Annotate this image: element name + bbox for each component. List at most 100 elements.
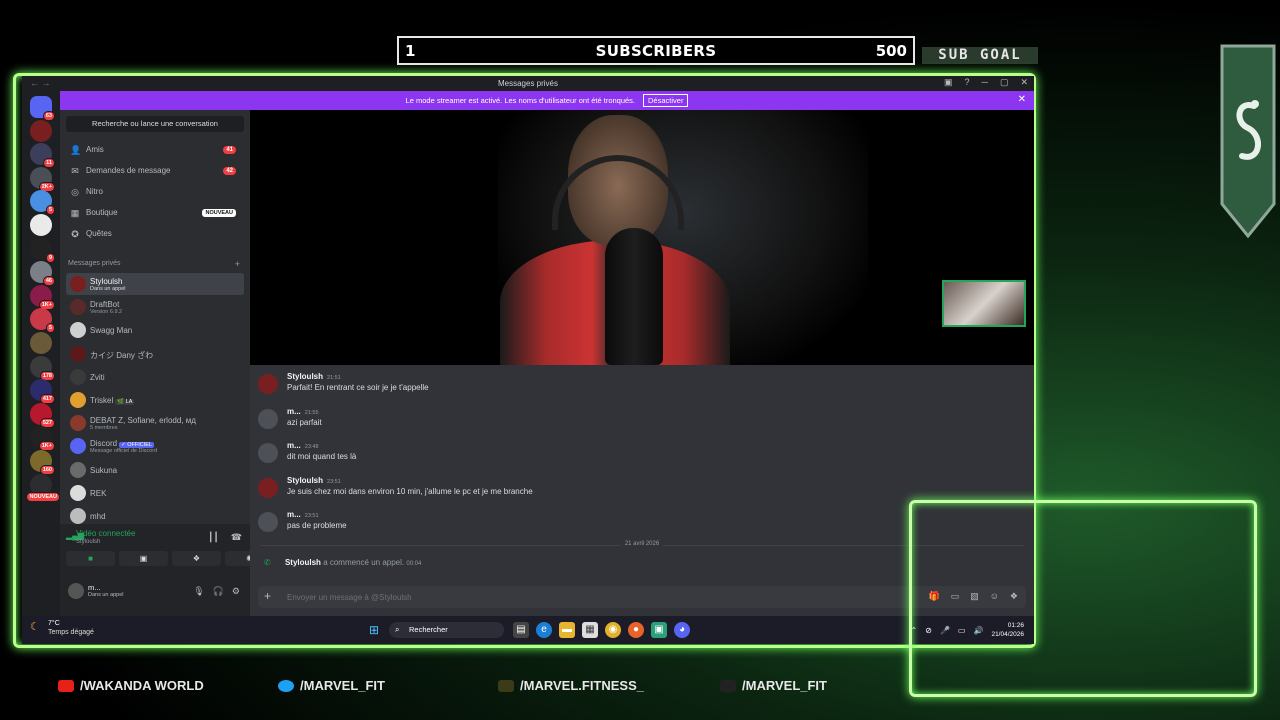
streamer-notice: Le mode streamer est activé. Les noms d'… [405,96,636,105]
dm-item[interactable]: REK [66,482,244,504]
server-icon[interactable]: 11 [30,143,55,169]
chat-message[interactable]: Styloulsh 23:51 Je suis chez moi dans envi… [258,476,998,504]
voice-status[interactable]: Vidéo connectée [76,529,135,538]
task-view-icon[interactable]: ▤ [513,622,529,638]
explorer-icon[interactable]: ▬ [559,622,575,638]
close-button[interactable]: ✕ [1020,77,1028,88]
weather-widget[interactable]: ☾ 7°C Temps dégagé [30,620,94,636]
dm-item[interactable]: Discord ✓ OFFICIEL Message officiel de Dis… [66,435,244,457]
menu-quests[interactable]: ✪ Quêtes [66,224,244,243]
store-icon[interactable]: ▦ [582,622,598,638]
server-icon[interactable]: 160 [30,450,55,475]
firefox-icon[interactable]: ● [628,622,644,638]
user-panel[interactable]: m... Dans un appel 🎙 🎧 ⚙ [66,579,244,604]
menu-message-requests[interactable]: ✉ Demandes de message 42 [66,161,244,180]
menu-label: Demandes de message [86,166,171,175]
microphone-shape [605,228,663,365]
camera-button[interactable]: ■ [66,551,115,566]
server-icon[interactable]: 527 [30,402,55,428]
dm-item[interactable]: Zviti [66,366,244,388]
conversation-search[interactable]: Recherche ou lance une conversation [66,116,244,132]
avatar [70,438,86,455]
windows-start-icon[interactable]: ⊞ [369,624,381,636]
chat-message[interactable]: m... 21:55 azi parfait [258,407,998,435]
message-body: dit moi quand tes là [287,452,357,461]
message-body: Je suis chez moi dans environ 10 min, j'… [287,486,533,496]
server-icon[interactable]: 63 [30,96,55,121]
server-icon[interactable]: 2K+ [30,166,55,192]
dm-subtitle: Message officiel de Discord [90,448,158,455]
close-icon[interactable]: ✕ [1018,94,1026,105]
add-attachment-icon[interactable]: + [264,590,271,602]
server-icon[interactable] [30,332,52,354]
requests-badge: 42 [223,166,236,175]
social-tiktok: /MARVEL_FIT [720,678,827,693]
microphone-icon[interactable]: 🎙 [193,586,204,597]
tiktok-icon [720,679,736,692]
dm-name: Sukuna [90,466,117,475]
disable-streamer-button[interactable]: Désactiver [643,94,689,107]
dm-item[interactable]: Swagg Man [66,319,244,341]
dm-item[interactable]: Triskel 🌿 LA [66,389,244,411]
settings-icon[interactable]: ⚙ [232,586,240,597]
server-icon[interactable]: 1K+ [30,284,55,310]
inbox-icon[interactable]: ▣ [944,77,953,88]
dm-name-text: DEBAT Z, Sofiane, erlodd, мд [90,416,196,426]
call-time: 00:04 [406,561,422,567]
noise-suppression-icon[interactable]: ┃┃ [208,532,219,543]
streamer-mode-banner: Le mode streamer est activé. Les noms d'… [60,91,1034,110]
server-icon[interactable]: 46 [30,261,55,287]
headphones-icon[interactable]: 🎧 [213,586,224,597]
server-badge: 63 [42,111,55,121]
avatar [70,276,86,292]
maximize-button[interactable]: ▢ [1000,77,1009,88]
disconnect-icon[interactable]: ☎ [231,532,242,543]
chat-message[interactable]: m... 23:48 dit moi quand tes là [258,441,998,469]
server-icon[interactable]: 178 [30,355,55,381]
dm-name: Discord ✓ OFFICIEL [90,439,155,449]
server-icon[interactable]: 5 [30,190,55,216]
dm-name-text: カイジ Dany ざわ [90,350,154,360]
dm-item[interactable]: DraftBot Version 6.9.2 [66,296,244,318]
dm-name: DEBAT Z, Sofiane, erlodd, мд [90,416,196,425]
obs-app-icon[interactable]: ▣ [651,622,667,638]
nitro-icon: ◎ [71,186,79,197]
server-icon[interactable]: 417 [30,379,55,405]
server-badge: NOUVEAU [26,491,60,502]
weather-temp: 7°C [48,620,60,627]
video-call-stage[interactable] [250,110,1034,365]
avatar [258,443,278,463]
new-dm-icon[interactable]: + [235,259,240,269]
taskbar-search[interactable]: ⌕ Rechercher [389,622,504,638]
dm-item[interactable]: Sukuna [66,459,244,481]
discord-app-icon[interactable]: ◕ [674,622,690,638]
menu-friends[interactable]: 👤 Amis 41 [66,140,244,159]
message-input[interactable]: Envoyer un message à @Styloulsh [287,593,412,602]
server-icon[interactable]: NOUVEAU [26,473,60,502]
server-icon[interactable]: 5 [30,308,55,334]
activities-button[interactable]: ❖ [172,551,221,566]
dm-name-text: Triskel [90,396,114,405]
menu-shop[interactable]: ▦ Boutique NOUVEAU [66,203,244,222]
server-icon[interactable]: 1K+ [30,426,55,452]
message-header: Styloulsh 21:51 [287,372,341,381]
dm-item[interactable]: Styloulsh Dans un appel [66,273,244,295]
message-time: 23:51 [304,513,319,519]
self-video-preview[interactable] [942,280,1026,327]
screen-share-button[interactable]: ▣ [119,551,168,566]
chrome-icon[interactable]: ◉ [605,622,621,638]
menu-nitro[interactable]: ◎ Nitro [66,182,244,201]
minimize-button[interactable]: ─ [982,77,988,88]
server-badge: 9 [45,252,55,263]
dm-name-text: Swagg Man [90,326,133,336]
server-icon[interactable] [30,214,52,236]
chat-message[interactable]: m... 23:51 pas de probleme [258,510,998,538]
voice-channel: Styloulsh [76,539,101,545]
dm-item[interactable]: DEBAT Z, Sofiane, erlodd, мд 5 membres [66,412,244,434]
server-icon[interactable] [30,119,52,142]
edge-icon[interactable]: e [536,622,552,638]
server-icon[interactable]: 9 [30,237,55,263]
help-icon[interactable]: ? [965,77,970,88]
chat-message[interactable]: Styloulsh 21:51 Parfait! En rentrant ce so… [258,372,998,400]
dm-item[interactable]: カイジ Dany ざわ [66,343,244,365]
